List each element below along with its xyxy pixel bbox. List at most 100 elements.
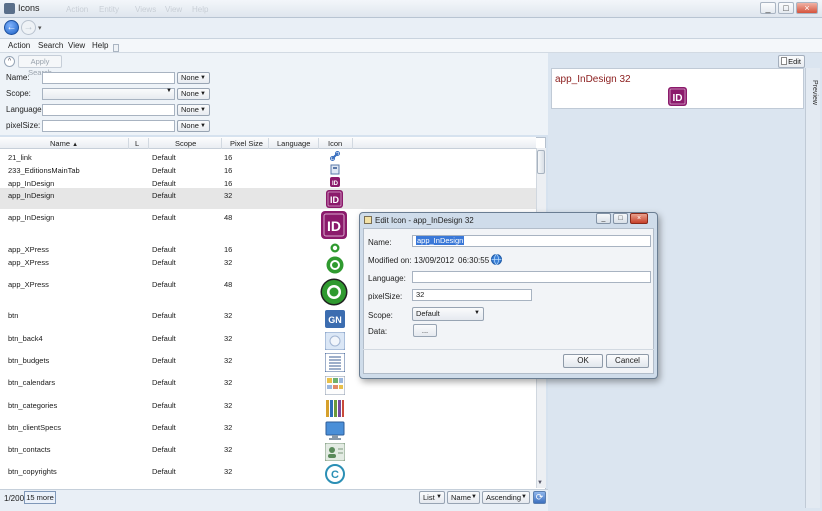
row-name[interactable]: btn_back4 [8,334,43,343]
language-filter-input[interactable] [42,104,175,116]
row-name[interactable]: btn_categories [8,401,57,410]
menu-help[interactable]: Help [92,41,108,50]
row-name[interactable]: app_InDesign [8,179,54,188]
row-name[interactable]: btn_contacts [8,445,51,454]
forward-button[interactable]: → [21,20,36,35]
row-name[interactable]: btn_budgets [8,356,49,365]
row-size: 32 [224,258,233,267]
minimize-button[interactable]: _ [760,2,776,14]
refresh-icon[interactable]: ⟳ [533,491,546,504]
selected-row-highlight [0,188,536,209]
row-name[interactable]: 21_link [8,153,32,162]
apply-search-button[interactable]: Apply Search [18,55,62,77]
row-size: 32 [224,191,233,200]
row-scope: Default [152,334,176,343]
column-header-l[interactable]: L [135,139,139,148]
column-header-name[interactable]: Name ▲ [50,139,78,148]
chevron-down-icon: ▼ [474,310,480,316]
preview-side-label[interactable]: Preview [811,80,818,105]
back-icon [325,332,345,350]
menu-view[interactable]: View [68,41,85,50]
record-count: 1/200 [4,494,25,503]
chevron-down-icon: ▼ [200,75,206,81]
sort-field-select[interactable]: Name ▼ [447,491,480,504]
window-title: Icons [18,3,40,13]
column-header-icon[interactable]: Icon [328,139,342,148]
dialog-language-input[interactable] [412,271,651,283]
list-scrollbar-thumb[interactable] [537,150,545,174]
row-scope: Default [152,179,176,188]
scroll-down-icon[interactable]: ▼ [537,480,543,486]
scope-filter-select[interactable] [42,88,175,100]
dialog-pixelsize-input[interactable]: 32 [412,289,532,301]
row-size: 32 [224,311,233,320]
column-separator[interactable] [268,138,269,149]
name-filter-input[interactable] [42,72,175,84]
chevron-down-icon: ▼ [521,494,527,500]
column-separator[interactable] [318,138,319,149]
chevron-down-icon: ▼ [200,123,206,129]
collapse-search-icon[interactable]: ^ [4,56,15,67]
column-separator[interactable] [128,138,129,149]
scope-filter-mode[interactable]: None ▼ [177,88,210,100]
dialog-data-label: Data: [368,327,388,336]
row-name[interactable]: btn [8,311,18,320]
column-separator[interactable] [148,138,149,149]
dialog-app-icon [364,216,372,224]
column-header-language[interactable]: Language [277,139,310,148]
row-name[interactable]: app_InDesign [8,191,54,200]
column-header-name-label: Name [50,139,71,148]
xpress-icon [326,256,344,274]
row-name[interactable]: 233_EditionsMainTab [8,166,80,175]
menu-grip-icon[interactable] [113,44,119,52]
row-name[interactable]: app_XPress [8,245,49,254]
menu-search[interactable]: Search [38,41,63,50]
row-size: 32 [224,378,233,387]
pixelsize-filter-input[interactable] [42,120,175,132]
row-scope: Default [152,153,176,162]
dialog-ok-button[interactable]: OK [563,354,603,368]
dialog-close-button[interactable]: × [630,213,648,224]
svg-text:GN: GN [328,315,342,325]
link-icon [330,151,340,161]
indesign-icon: ID [330,177,340,187]
edit-button[interactable]: Edit [778,55,805,68]
pixelsize-filter-mode[interactable]: None ▼ [177,120,210,132]
load-more-button[interactable]: 15 more [24,491,56,504]
row-name[interactable]: app_XPress [8,258,49,267]
maximize-button[interactable]: □ [778,2,794,14]
name-filter-mode[interactable]: None ▼ [177,72,210,84]
history-dropdown-icon[interactable]: ▾ [38,24,42,32]
close-button[interactable]: × [796,2,818,14]
row-name[interactable]: app_XPress [8,280,49,289]
row-size: 48 [224,280,233,289]
row-scope: Default [152,191,176,200]
chevron-down-icon: ▼ [471,494,477,500]
dialog-data-browse-button[interactable]: ... [413,324,437,337]
preview-side-tab[interactable] [805,68,820,508]
dialog-scope-select[interactable]: Default ▼ [412,307,484,321]
row-name[interactable]: app_InDesign [8,213,54,222]
globe-icon[interactable] [491,254,502,265]
column-separator[interactable] [352,138,353,149]
column-separator[interactable] [221,138,222,149]
sort-order-select[interactable]: Ascending ▼ [482,491,530,504]
language-filter-mode[interactable]: None ▼ [177,104,210,116]
column-header-scope[interactable]: Scope [175,139,196,148]
row-name[interactable]: btn_clientSpecs [8,423,61,432]
menu-action[interactable]: Action [8,41,30,50]
row-name[interactable]: btn_copyrights [8,467,57,476]
dialog-minimize-button[interactable]: _ [596,213,611,224]
back-button[interactable]: ← [4,20,19,35]
view-mode-select[interactable]: List ▼ [419,491,445,504]
dialog-name-input[interactable]: app_InDesign [412,235,651,247]
row-name[interactable]: btn_calendars [8,378,55,387]
dialog-maximize-button[interactable]: □ [613,213,628,224]
sort-field-value: Name [451,493,472,502]
dialog-cancel-button[interactable]: Cancel [606,354,649,368]
xpress-icon [320,278,348,306]
view-mode-value: List [423,493,435,502]
row-size: 32 [224,401,233,410]
column-header-pixel-size[interactable]: Pixel Size [230,139,263,148]
ghost-menu-item: Entity [99,5,120,14]
